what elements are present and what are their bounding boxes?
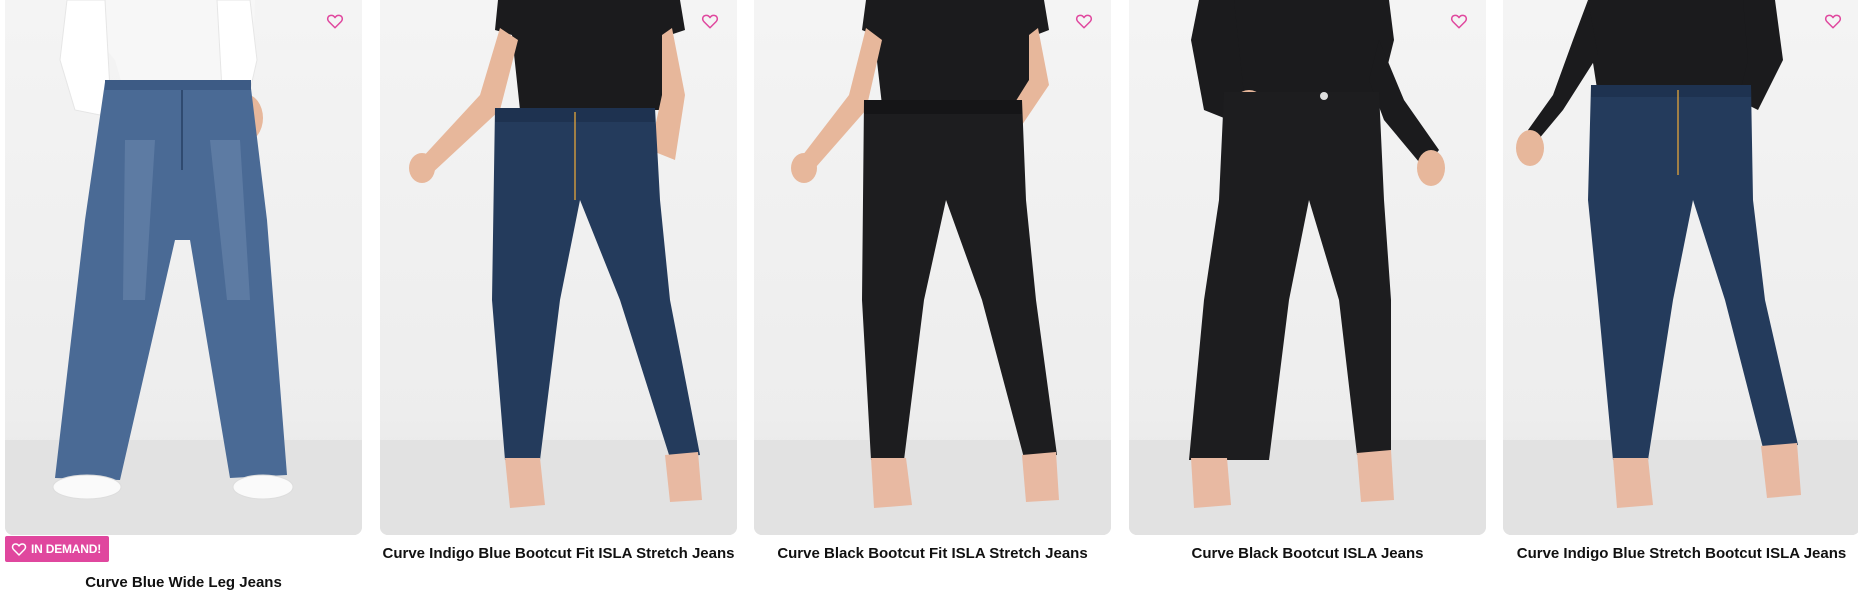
heart-outline-icon <box>701 14 719 29</box>
wishlist-button[interactable] <box>1824 12 1848 36</box>
wishlist-button[interactable] <box>1075 12 1099 36</box>
badge-label: IN DEMAND! <box>31 542 101 556</box>
product-image[interactable] <box>5 0 362 535</box>
heart-outline-icon <box>1450 14 1468 29</box>
heart-outline-icon <box>1824 14 1842 29</box>
wishlist-button[interactable] <box>326 12 350 36</box>
product-image[interactable] <box>754 0 1111 535</box>
model-black-bootcut-fit-jeans-image <box>754 0 1111 535</box>
product-card[interactable]: Curve Black Bootcut Fit ISLA Stretch Jea… <box>754 0 1111 596</box>
product-title[interactable]: Curve Black Bootcut Fit ISLA Stretch Jea… <box>754 544 1111 564</box>
product-title[interactable]: Curve Indigo Blue Stretch Bootcut ISLA J… <box>1503 544 1858 564</box>
heart-outline-icon <box>1075 14 1093 29</box>
product-title[interactable]: Curve Black Bootcut ISLA Jeans <box>1129 544 1486 564</box>
product-card[interactable]: Curve Black Bootcut ISLA Jeans <box>1129 0 1486 596</box>
product-image[interactable] <box>1503 0 1858 535</box>
product-image[interactable] <box>380 0 737 535</box>
product-title[interactable]: Curve Blue Wide Leg Jeans <box>5 573 362 593</box>
heart-outline-icon <box>326 14 344 29</box>
model-indigo-bootcut-jeans-image <box>380 0 737 535</box>
product-card[interactable]: Curve Indigo Blue Stretch Bootcut ISLA J… <box>1503 0 1858 596</box>
wishlist-button[interactable] <box>1450 12 1474 36</box>
model-wide-leg-jeans-image <box>5 0 362 535</box>
wishlist-button[interactable] <box>701 12 725 36</box>
product-image[interactable] <box>1129 0 1486 535</box>
heart-outline-icon <box>11 543 27 556</box>
in-demand-badge: IN DEMAND! <box>5 536 109 562</box>
product-card[interactable]: IN DEMAND! Curve Blue Wide Leg Jeans <box>5 0 362 596</box>
product-title[interactable]: Curve Indigo Blue Bootcut Fit ISLA Stret… <box>380 544 737 564</box>
product-card[interactable]: Curve Indigo Blue Bootcut Fit ISLA Stret… <box>380 0 737 596</box>
model-indigo-stretch-bootcut-jeans-image <box>1503 0 1858 535</box>
model-black-bootcut-jeans-image <box>1129 0 1486 535</box>
product-grid: IN DEMAND! Curve Blue Wide Leg Jeans Cur… <box>5 0 1858 596</box>
